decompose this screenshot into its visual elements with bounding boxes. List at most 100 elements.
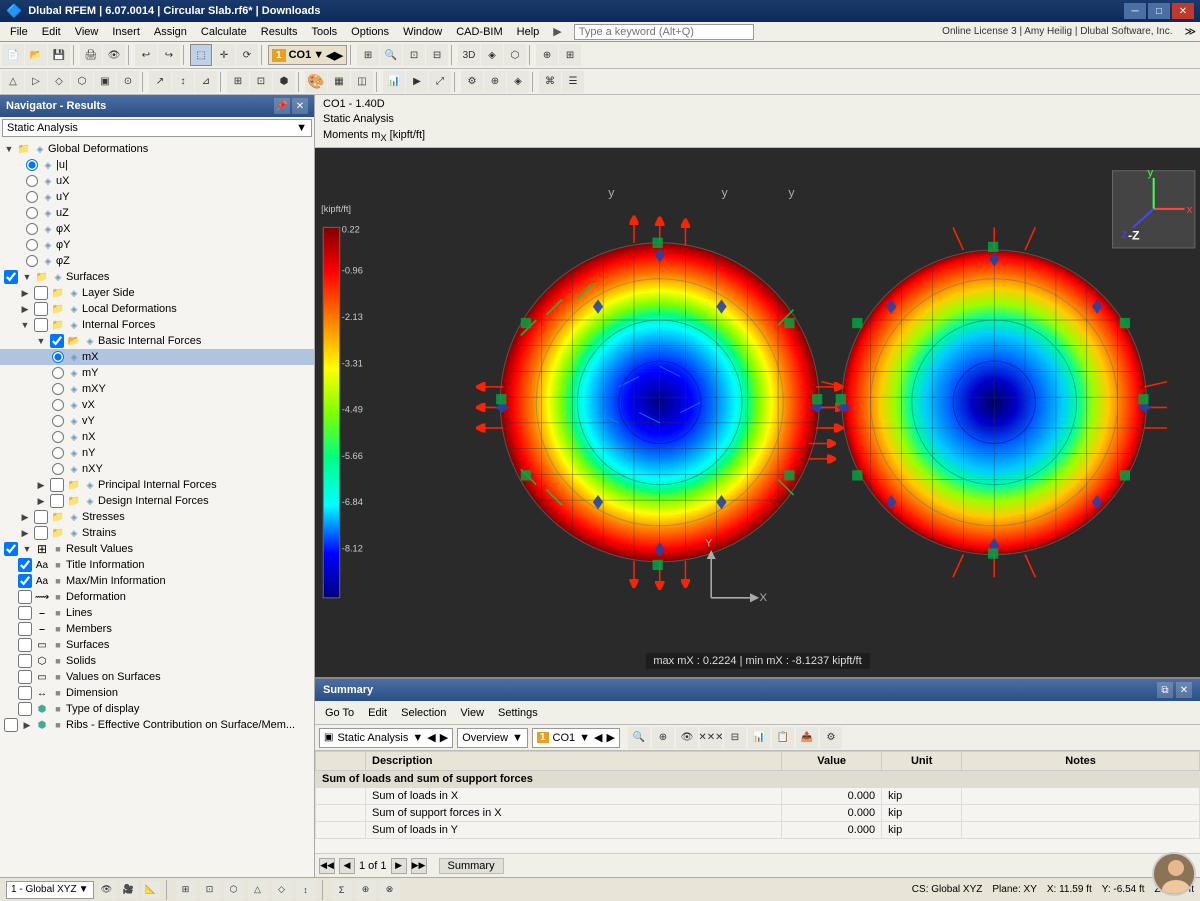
summary-co-next[interactable]: ▶ <box>606 731 614 744</box>
tree-expand-int-forces[interactable]: ▼ <box>18 320 32 330</box>
view-mode-dropdown[interactable]: 1 - Global XYZ ▼ <box>6 881 94 899</box>
check-solids[interactable] <box>18 654 32 668</box>
tb2-btn20[interactable]: ⊕ <box>484 71 506 93</box>
summary-close-button[interactable]: ✕ <box>1176 682 1192 698</box>
tree-surfaces-node[interactable]: ▭ ■ Surfaces <box>0 637 314 653</box>
statusbar-tb3[interactable]: ⬡ <box>224 880 244 900</box>
tree-expand-global-def[interactable]: ▼ <box>2 144 16 154</box>
statusbar-btn3[interactable]: 📐 <box>142 881 160 899</box>
tb2-btn2[interactable]: ▷ <box>25 71 47 93</box>
search-input[interactable] <box>574 24 754 40</box>
radio-my[interactable] <box>52 367 64 379</box>
summary-menu-edit[interactable]: Edit <box>362 705 393 721</box>
co-dropdown-icon[interactable]: ▼ <box>313 49 324 61</box>
analysis-next-icon[interactable]: ▶ <box>440 731 448 744</box>
summary-menu-selection[interactable]: Selection <box>395 705 452 721</box>
navigator-pin-button[interactable]: 📌 <box>274 98 290 114</box>
tb2-btn6[interactable]: ⊙ <box>117 71 139 93</box>
tb2-btn8[interactable]: ↕ <box>172 71 194 93</box>
menu-window[interactable]: Window <box>397 24 448 40</box>
tree-principal-int-forces[interactable]: ▶ 📁 ◈ Principal Internal Forces <box>0 477 314 493</box>
tree-ny[interactable]: ◈ nY <box>0 445 314 461</box>
tree-expand-strains[interactable]: ▶ <box>18 528 32 539</box>
tb2-btn5[interactable]: ▣ <box>94 71 116 93</box>
tree-uz[interactable]: ◈ uZ <box>0 205 314 221</box>
menu-tools[interactable]: Tools <box>305 24 343 40</box>
tb2-btn22[interactable]: ⌘ <box>539 71 561 93</box>
tree-expand-stresses[interactable]: ▶ <box>18 512 32 523</box>
statusbar-tb8[interactable]: ⊕ <box>356 880 376 900</box>
page-next-button[interactable]: ▶ <box>391 858 407 874</box>
check-layer-side[interactable] <box>34 286 48 300</box>
summary-menu-view[interactable]: View <box>454 705 490 721</box>
statusbar-tb5[interactable]: ◇ <box>272 880 292 900</box>
minimize-button[interactable]: ─ <box>1124 3 1146 19</box>
statusbar-tb7[interactable]: Σ <box>332 880 352 900</box>
tree-phi-y[interactable]: ◈ φY <box>0 237 314 253</box>
tree-basic-int-forces[interactable]: ▼ 📂 ◈ Basic Internal Forces <box>0 333 314 349</box>
summary-menu-goto[interactable]: Go To <box>319 705 360 721</box>
tree-lines[interactable]: ⎯ ■ Lines <box>0 605 314 621</box>
menu-insert[interactable]: Insert <box>106 24 146 40</box>
sum-tb-btn1[interactable]: 🔍 <box>628 727 650 749</box>
statusbar-tb2[interactable]: ⊡ <box>200 880 220 900</box>
tree-expand-result-values[interactable]: ▼ <box>20 544 34 554</box>
tree-phi-x[interactable]: ◈ φX <box>0 221 314 237</box>
open-button[interactable]: 📂 <box>25 44 47 66</box>
tree-phi-z[interactable]: ◈ φZ <box>0 253 314 269</box>
menu-view[interactable]: View <box>69 24 105 40</box>
tb2-btn11[interactable]: ⊡ <box>250 71 272 93</box>
move-button[interactable]: ✛ <box>213 44 235 66</box>
check-strains[interactable] <box>34 526 48 540</box>
page-prev-button[interactable]: ◀ <box>339 858 355 874</box>
tb2-results-btn[interactable]: 📊 <box>383 71 405 93</box>
tree-expand-local-def[interactable]: ▶ <box>18 304 32 315</box>
check-design[interactable] <box>50 494 64 508</box>
tb2-btn12[interactable]: ⬢ <box>273 71 295 93</box>
tb2-btn14[interactable]: ▦ <box>328 71 350 93</box>
tree-members[interactable]: ⎯ ■ Members <box>0 621 314 637</box>
tree-global-deformations[interactable]: ▼ 📁 ◈ Global Deformations <box>0 141 314 157</box>
co-prev-icon[interactable]: ◀ <box>326 49 334 62</box>
tb2-btn1[interactable]: △ <box>2 71 24 93</box>
tree-expand-basic[interactable]: ▼ <box>34 336 48 346</box>
close-button[interactable]: ✕ <box>1172 3 1194 19</box>
radio-nxy[interactable] <box>52 463 64 475</box>
check-ribs[interactable] <box>4 718 18 732</box>
menu-expand-icon[interactable]: ≫ <box>1184 25 1196 38</box>
summary-co-dropdown[interactable]: 1 CO1 ▼ ◀ ▶ <box>532 728 620 748</box>
save-button[interactable]: 💾 <box>48 44 70 66</box>
sum-tb-btn4[interactable]: ✕✕✕ <box>700 727 722 749</box>
nav-analysis-dropdown[interactable]: Static Analysis ▼ <box>2 119 312 137</box>
radio-nx[interactable] <box>52 431 64 443</box>
sum-tb-btn9[interactable]: ⚙ <box>820 727 842 749</box>
tree-stresses[interactable]: ▶ 📁 ◈ Stresses <box>0 509 314 525</box>
radio-uy[interactable] <box>26 191 38 203</box>
statusbar-tb6[interactable]: ↕ <box>296 880 316 900</box>
tree-internal-forces[interactable]: ▼ 📁 ◈ Internal Forces <box>0 317 314 333</box>
radio-u-abs[interactable] <box>26 159 38 171</box>
check-int-forces[interactable] <box>34 318 48 332</box>
radio-vy[interactable] <box>52 415 64 427</box>
maximize-button[interactable]: □ <box>1148 3 1170 19</box>
tb2-color-btn[interactable]: 🎨 <box>305 71 327 93</box>
check-result-values[interactable] <box>4 542 18 556</box>
tb2-btn4[interactable]: ⬡ <box>71 71 93 93</box>
tb2-btn3[interactable]: ◇ <box>48 71 70 93</box>
check-maxmin-info[interactable] <box>18 574 32 588</box>
zoom-selection-button[interactable]: ⊟ <box>426 44 448 66</box>
summary-view-dropdown[interactable]: Overview ▼ <box>457 728 528 748</box>
sum-tb-btn5[interactable]: ⊟ <box>724 727 746 749</box>
tree-expand-principal[interactable]: ▶ <box>34 480 48 491</box>
summary-table-container[interactable]: Description Value Unit Notes Sum of load… <box>315 751 1200 853</box>
tree-values-on-surfaces[interactable]: ▭ ■ Values on Surfaces <box>0 669 314 685</box>
tree-type-of-display[interactable]: ⬢ ■ Type of display <box>0 701 314 717</box>
tree-ribs[interactable]: ▶ ⬢ ■ Ribs - Effective Contribution on S… <box>0 717 314 733</box>
page-last-button[interactable]: ▶▶ <box>411 858 427 874</box>
check-members[interactable] <box>18 622 32 636</box>
menu-options[interactable]: Options <box>345 24 395 40</box>
summary-analysis-dropdown[interactable]: ▣ Static Analysis ▼ ◀ ▶ <box>319 728 453 748</box>
tree-mxy[interactable]: ◈ mXY <box>0 381 314 397</box>
tree-nxy[interactable]: ◈ nXY <box>0 461 314 477</box>
radio-phi-x[interactable] <box>26 223 38 235</box>
